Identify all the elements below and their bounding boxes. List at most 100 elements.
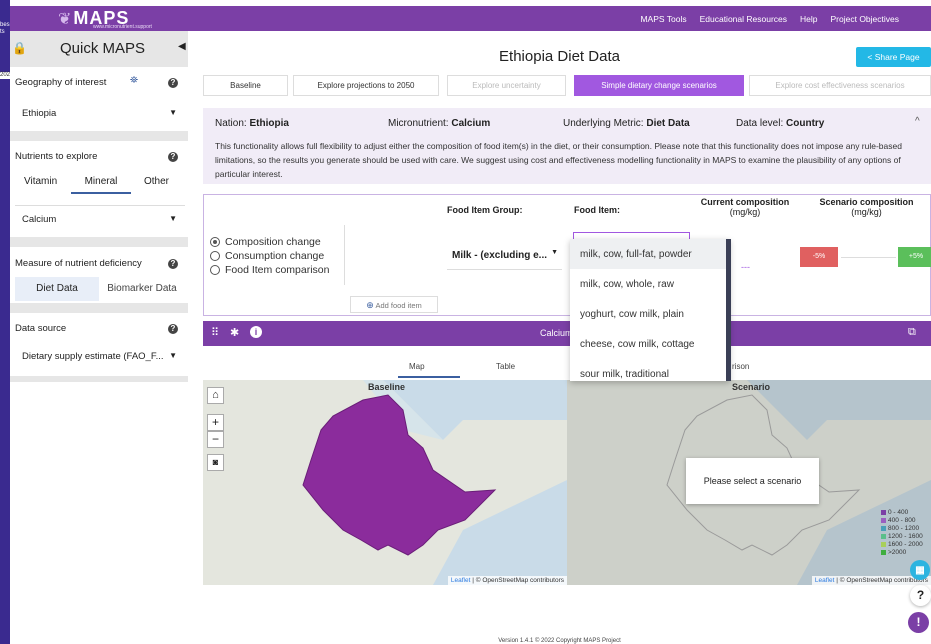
zoom-out-button[interactable]: − — [207, 431, 224, 448]
logo-subtext: www.micronutrient.support — [93, 24, 152, 30]
help-icon[interactable]: ? — [168, 78, 178, 88]
subtab-table[interactable]: Table — [496, 362, 515, 371]
leaflet-link[interactable]: Leaflet — [815, 577, 835, 584]
tab-other[interactable]: Other — [144, 176, 169, 187]
option-food-item-comparison[interactable]: Food Item comparison — [210, 264, 329, 276]
tab-uncertainty[interactable]: Explore uncertainty — [447, 75, 566, 96]
current-label: Current composition — [700, 197, 790, 207]
info-icon[interactable]: i — [250, 326, 262, 338]
geography-heading: Geography of interest — [15, 77, 107, 88]
chevron-down-icon: ▼ — [169, 351, 177, 360]
map-legend: 0 - 400 400 - 800 800 - 1200 1200 - 1600… — [881, 508, 931, 556]
help-icon[interactable]: ? — [168, 152, 178, 162]
camera-icon[interactable]: ◙ — [207, 454, 224, 471]
top-navbar: ❦ MAPS www.micronutrient.support MAPS To… — [10, 6, 931, 31]
map-attribution: Leaflet | © OpenStreetMap contributors — [447, 576, 567, 585]
legend-item: 1600 - 2000 — [881, 540, 931, 548]
food-group-value: Milk - (excluding e... — [452, 250, 548, 261]
leaflet-link[interactable]: Leaflet — [451, 577, 471, 584]
gear-icon[interactable]: ✱ — [230, 326, 239, 339]
info-description: This functionality allows full flexibili… — [215, 141, 902, 179]
header-food-item-group: Food Item Group: — [447, 205, 523, 215]
decrease-button[interactable]: -5% — [800, 247, 838, 267]
grid-icon[interactable]: ▦ — [910, 560, 930, 580]
tab-mineral[interactable]: Mineral — [71, 176, 131, 194]
header-food-item: Food Item: — [574, 205, 620, 215]
share-page-button[interactable]: < Share Page — [856, 47, 931, 67]
collapse-sidebar-icon[interactable]: ◀ — [178, 41, 186, 52]
collapse-icon[interactable]: ^ — [915, 116, 920, 127]
metric-label: Underlying Metric: — [563, 118, 644, 129]
nav-link-maps-tools[interactable]: MAPS Tools — [640, 14, 686, 24]
dropdown-scrollbar[interactable] — [726, 239, 731, 381]
deficiency-heading: Measure of nutrient deficiency — [15, 258, 142, 269]
geography-select[interactable]: Ethiopia ▼ — [15, 100, 185, 126]
scenario-panel: Food Item Group: Food Item: Current comp… — [203, 194, 931, 316]
header-scenario-composition: Scenario composition (mg/kg) — [809, 197, 924, 217]
expand-icon[interactable]: ⧉ — [908, 326, 916, 339]
micronutrient-label: Micronutrient: — [388, 118, 449, 129]
option-label: Food Item comparison — [225, 264, 330, 276]
tab-dietary-change[interactable]: Simple dietary change scenarios — [574, 75, 744, 96]
info-box: Nation: Ethiopia Micronutrient: Calcium … — [203, 108, 931, 184]
source-select[interactable]: Dietary supply estimate (FAO_F... ▼ — [15, 343, 185, 369]
metric-field: Underlying Metric: Diet Data — [563, 118, 690, 129]
option-label: Composition change — [225, 236, 321, 248]
help-button[interactable]: ? — [910, 585, 931, 606]
nutrient-select[interactable]: Calcium ▼ — [15, 205, 185, 231]
source-value: Dietary supply estimate (FAO_F... — [22, 351, 164, 362]
legend-label: 0 - 400 — [888, 508, 909, 516]
plus-circle-icon: ⊕ — [366, 300, 374, 310]
dropdown-option[interactable]: milk, cow, whole, raw — [570, 269, 730, 299]
option-label: Consumption change — [225, 250, 325, 262]
legend-item: >2000 — [881, 548, 931, 556]
current-composition-value: --- — [741, 262, 750, 272]
increase-button[interactable]: +5% — [898, 247, 931, 267]
option-consumption-change[interactable]: Consumption change — [210, 250, 324, 262]
food-group-select[interactable]: Milk - (excluding e... ▼ — [447, 242, 562, 270]
legend-label: 1200 - 1600 — [888, 532, 923, 540]
food-item-dropdown: milk, cow, full-fat, powder milk, cow, w… — [570, 239, 730, 381]
share-label: Share Page — [874, 52, 920, 62]
slider-track[interactable] — [841, 257, 896, 258]
dropdown-option[interactable]: sour milk, traditional — [570, 359, 730, 381]
drag-handle-icon[interactable]: ⠿ — [211, 326, 219, 339]
panel-subtabs: Map Table rison — [203, 347, 931, 380]
zoom-in-button[interactable]: + — [207, 414, 224, 431]
option-composition-change[interactable]: Composition change — [210, 236, 321, 248]
home-icon[interactable]: ⌂ — [207, 387, 224, 404]
nav-link-project-objectives[interactable]: Project Objectives — [831, 14, 900, 24]
tab-vitamin[interactable]: Vitamin — [24, 176, 57, 187]
nav-link-educational-resources[interactable]: Educational Resources — [700, 14, 787, 24]
radio-icon — [210, 251, 220, 261]
wheat-icon: ❦ — [58, 10, 72, 28]
dropdown-option[interactable]: cheese, cow milk, cottage — [570, 329, 730, 359]
subtab-map[interactable]: Map — [409, 362, 425, 371]
add-food-item-button[interactable]: ⊕ Add food item — [350, 296, 438, 313]
browser-side-strip: bes ts 202 — [0, 0, 11, 644]
feedback-button[interactable]: ! — [908, 612, 929, 633]
nav-link-help[interactable]: Help — [800, 14, 817, 24]
nation-label: Nation: — [215, 118, 247, 129]
subtab-comparison[interactable]: rison — [732, 362, 749, 371]
tab-biomarker-data[interactable]: Biomarker Data — [99, 277, 185, 301]
dropdown-option[interactable]: yoghurt, cow milk, plain — [570, 299, 730, 329]
maps-logo[interactable]: ❦ MAPS www.micronutrient.support — [58, 8, 152, 30]
level-value: Country — [786, 118, 825, 129]
toggle-lock-icon[interactable]: 🔒 — [12, 41, 27, 55]
tab-baseline[interactable]: Baseline — [203, 75, 288, 96]
radio-icon — [210, 237, 220, 247]
tab-diet-data[interactable]: Diet Data — [15, 277, 99, 301]
footer-text: Version 1.4.1 © 2022 Copyright MAPS Proj… — [498, 638, 621, 644]
dropdown-option[interactable]: milk, cow, full-fat, powder — [570, 239, 730, 269]
help-icon[interactable]: ? — [168, 324, 178, 334]
quick-maps-sidebar: 🔒 Quick MAPS ◀ Geography of interest ⛯ ?… — [10, 31, 188, 382]
map-panel-header: ⠿ ✱ i Calcium ⧉ — [203, 321, 931, 346]
tab-cost-effectiveness[interactable]: Explore cost effectiveness scenarios — [749, 75, 931, 96]
help-icon[interactable]: ? — [168, 259, 178, 269]
tab-projections[interactable]: Explore projections to 2050 — [293, 75, 439, 96]
baseline-map[interactable]: Baseline ⌂ + − ◙ Leaflet | © OpenStreetM… — [203, 380, 567, 585]
legend-item: 0 - 400 — [881, 508, 931, 516]
legend-label: 400 - 800 — [888, 516, 916, 524]
legend-swatch — [881, 509, 886, 515]
